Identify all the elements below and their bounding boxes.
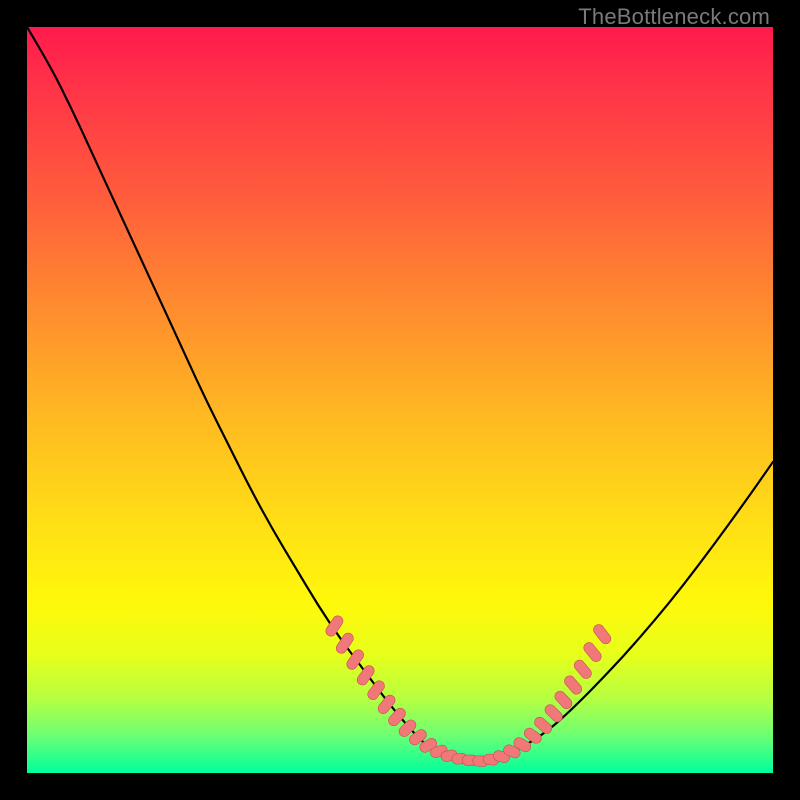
plot-area: [27, 27, 773, 773]
data-marker: [553, 689, 574, 711]
chart-svg: [27, 27, 773, 773]
data-marker: [366, 679, 387, 702]
data-marker: [591, 622, 613, 645]
bottleneck-curve: [27, 27, 773, 762]
data-marker: [572, 658, 593, 681]
curve-layer: [27, 27, 773, 762]
watermark-text: TheBottleneck.com: [578, 4, 770, 30]
chart-frame: TheBottleneck.com: [0, 0, 800, 800]
data-marker: [582, 640, 604, 663]
marker-layer: [324, 614, 613, 767]
data-marker: [562, 674, 584, 697]
